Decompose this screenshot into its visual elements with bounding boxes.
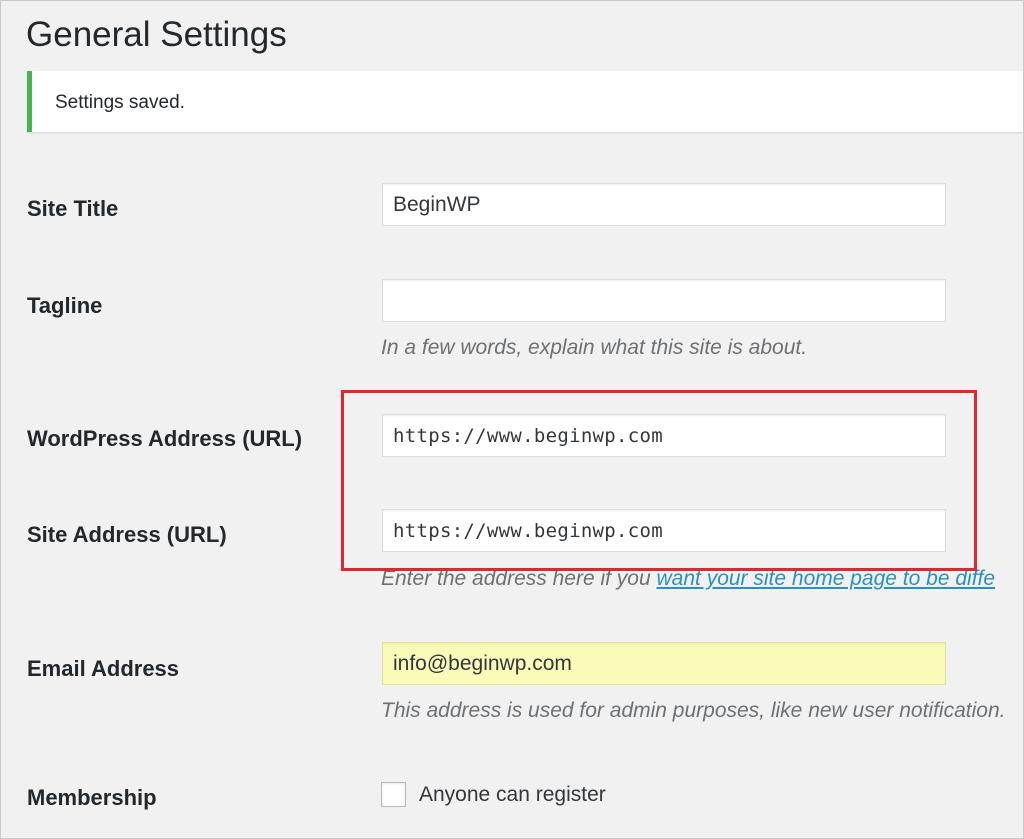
email-address-label: Email Address: [27, 656, 180, 681]
notice-message: Settings saved.: [55, 92, 185, 113]
page-title: General Settings: [26, 15, 287, 54]
site-address-input[interactable]: [382, 509, 946, 552]
email-address-input[interactable]: [382, 642, 946, 685]
site-address-description-text: Enter the address here if you: [381, 567, 657, 590]
anyone-can-register-checkbox[interactable]: [381, 782, 406, 807]
site-title-label: Site Title: [27, 196, 119, 221]
site-home-page-link[interactable]: want your site home page to be diffe: [657, 567, 996, 590]
site-address-label: Site Address (URL): [27, 522, 227, 547]
site-title-input[interactable]: [382, 183, 946, 226]
membership-label: Membership: [27, 785, 157, 810]
tagline-label: Tagline: [27, 293, 103, 318]
wordpress-address-input[interactable]: [382, 414, 946, 457]
settings-page: General Settings Settings saved. Site Ti…: [0, 0, 1024, 839]
email-description: This address is used for admin purposes,…: [381, 699, 1006, 722]
wordpress-address-label: WordPress Address (URL): [27, 426, 303, 451]
anyone-can-register-label[interactable]: Anyone can register: [419, 782, 606, 808]
site-address-description: Enter the address here if you want your …: [381, 566, 995, 592]
settings-saved-notice: Settings saved.: [27, 71, 1023, 132]
tagline-description: In a few words, explain what this site i…: [381, 336, 808, 359]
tagline-input[interactable]: [382, 279, 946, 322]
